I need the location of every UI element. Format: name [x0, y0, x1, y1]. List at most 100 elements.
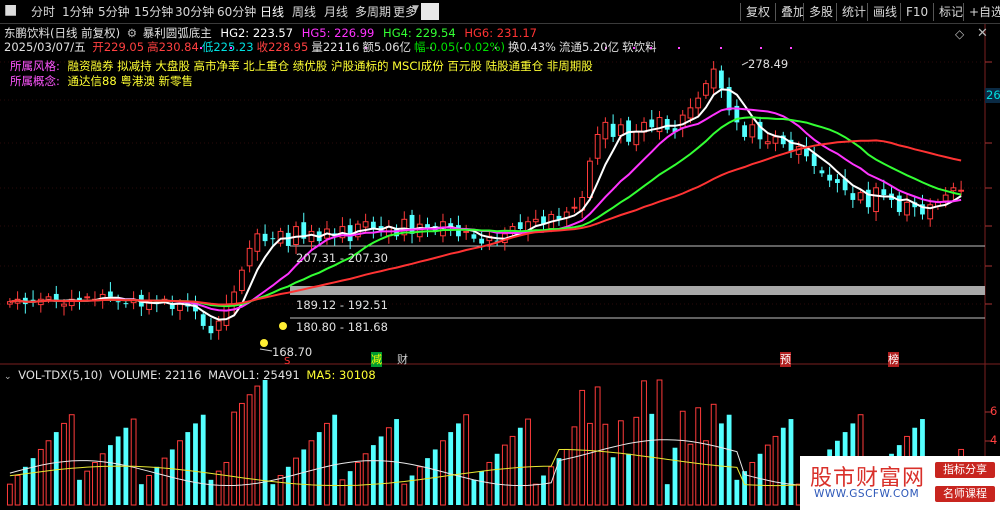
candle-body-up: [416, 223, 423, 238]
candle-body-up: [571, 206, 578, 209]
volume-bar-down: [541, 475, 546, 505]
volume-bar-up: [486, 461, 493, 506]
quote-item: 幅-0.05(-0.02%): [414, 40, 505, 54]
hg2-value: HG2: 223.57: [220, 26, 294, 40]
volume-bar-up: [602, 423, 609, 506]
header-line-1: 东鹏饮料(日线 前复权) ⚙ 暴利圆弧底主 HG2: 223.57 HG5: 2…: [4, 26, 537, 41]
low-price-label: 168.70: [272, 345, 313, 359]
candle-body-up: [602, 121, 609, 140]
candle-body-down: [200, 314, 206, 326]
volume-bar-down: [479, 471, 485, 505]
volume-bar-up: [37, 448, 44, 506]
candle-body-down: [649, 119, 655, 128]
candle-body-up: [942, 194, 949, 202]
volume-bar-up: [161, 457, 168, 506]
candle-body-up: [238, 269, 245, 292]
signal-dot: [720, 47, 722, 49]
volume-bar-up: [710, 403, 717, 506]
volume-bar-down: [193, 423, 198, 505]
volume-bar-down: [626, 453, 631, 505]
candle-body-up: [679, 114, 686, 129]
volume-bar-down: [370, 445, 376, 505]
volume-bar-down: [208, 479, 214, 505]
quote-item: 高230.84: [147, 40, 199, 54]
candle-body-up: [617, 124, 624, 136]
indicator-settings-icon[interactable]: ⚙: [127, 26, 137, 40]
volume-bar-up: [656, 379, 663, 506]
volume-bar-down: [494, 453, 500, 505]
candle-body-up: [594, 134, 601, 159]
close-icon[interactable]: ✕: [977, 26, 988, 41]
stock-title[interactable]: 东鹏饮料(日线 前复权): [4, 26, 120, 40]
volume-bar-down: [471, 479, 477, 505]
candle-body-down: [827, 174, 833, 181]
indicator-share-badge[interactable]: 指标分享: [935, 462, 995, 478]
volume-bar-up: [215, 470, 222, 506]
volume-bar-down: [22, 466, 28, 505]
candle-body-down: [517, 222, 523, 229]
volume-bar-down: [456, 423, 461, 505]
teacher-course-badge[interactable]: 名师课程: [935, 486, 995, 502]
volume-bar-down: [718, 423, 724, 505]
volume-bar-down: [138, 484, 144, 505]
vol-indicator-name[interactable]: VOL-TDX(5,10): [18, 368, 102, 382]
volume-bar-up: [277, 474, 284, 506]
volume-bar-down: [53, 432, 59, 505]
candle-body-up: [45, 296, 52, 300]
marker-reduce: 减: [371, 352, 382, 367]
quote-item: 收228.95: [256, 40, 309, 54]
vol-ma5: MA5: 30108: [306, 368, 376, 382]
candle-body-down: [718, 70, 724, 89]
collapse-icon[interactable]: ⌄: [4, 372, 12, 382]
candle-body-down: [742, 125, 747, 137]
high-price-label: 278.49: [748, 57, 789, 71]
volume-bar-down: [517, 427, 523, 505]
volume-bar-down: [285, 466, 291, 505]
volume-bar-up: [587, 422, 593, 506]
volume-bar-down: [734, 479, 740, 505]
candle-body-up: [749, 124, 756, 138]
hg2-line: [9, 88, 962, 321]
vol-volume: VOLUME: 22116: [109, 368, 202, 382]
vol-mavol1: MAVOL1: 25491: [208, 368, 300, 382]
candle-body-up: [633, 131, 640, 146]
diamond-icon[interactable]: ◇: [955, 27, 964, 41]
candle-body-up: [177, 303, 183, 311]
marker-rank: 榜: [888, 352, 899, 367]
candle-body-up: [695, 97, 702, 109]
volume-bar-up: [594, 386, 601, 506]
volume-bar-down: [425, 458, 430, 505]
hg6-line: [9, 139, 962, 306]
indicator-name[interactable]: 暴利圆弧底主: [143, 26, 212, 40]
candle-body-up: [873, 187, 879, 213]
candle-body-down: [850, 193, 856, 200]
buy-signal: [279, 322, 287, 330]
candle-body-up: [687, 107, 694, 119]
candle-body-up: [904, 201, 910, 216]
volume-bar-up: [6, 483, 13, 506]
volume-bar-up: [764, 444, 771, 506]
style-line: 所属风格: 融资融券 拟减持 大盘股 高市净率 北上重仓 绩优股 沪股通标的 M…: [10, 59, 593, 74]
right-axis-tag: 261: [985, 88, 1000, 103]
volume-bar-up: [177, 440, 183, 506]
low-pointer: [259, 348, 273, 352]
hg5-value: HG5: 226.99: [301, 26, 375, 40]
volume-bar-down: [742, 471, 747, 505]
hg6-value: HG6: 231.17: [464, 26, 538, 40]
volume-bar-up: [571, 426, 578, 506]
volume-bar-up: [579, 389, 586, 506]
marker-s: S: [284, 356, 291, 367]
volume-bar-up: [293, 457, 299, 506]
concept-value: 通达信88 粤港澳 新零售: [67, 74, 193, 88]
candle-body-down: [896, 195, 902, 213]
volume-bar-up: [68, 414, 75, 506]
volume-bar-up: [617, 420, 624, 506]
volume-bar-down: [664, 484, 670, 505]
volume-bar-up: [324, 422, 330, 506]
volume-bar-up: [633, 416, 640, 506]
quote-line: 2025/03/07/五 开229.05 高230.84 低225.23 收228.9…: [4, 40, 657, 55]
volume-bar-up: [641, 380, 647, 506]
candle-body-down: [610, 123, 616, 137]
volume-bar-up: [223, 461, 230, 506]
band2-label: 189.12 - 192.51: [296, 298, 388, 312]
